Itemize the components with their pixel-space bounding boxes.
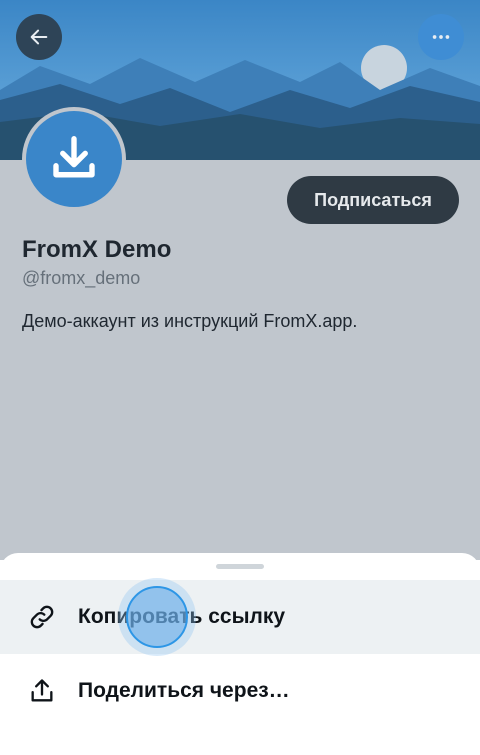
avatar[interactable] bbox=[22, 107, 126, 211]
share-icon bbox=[31, 679, 53, 702]
avatar-image bbox=[26, 111, 122, 207]
download-icon bbox=[53, 136, 95, 178]
copy-link-item[interactable]: Копировать ссылку bbox=[0, 580, 480, 654]
share-via-item[interactable]: Поделиться через… bbox=[0, 654, 480, 728]
more-horizontal-icon bbox=[432, 35, 450, 39]
sheet-drag-handle[interactable] bbox=[216, 564, 264, 569]
touch-indicator bbox=[118, 578, 196, 656]
share-via-label: Поделиться через… bbox=[78, 679, 290, 702]
link-icon bbox=[30, 605, 54, 629]
touch-indicator-core bbox=[126, 586, 188, 648]
more-options-button[interactable] bbox=[418, 14, 464, 60]
profile-screen: Подписаться FromX Demo @fromx_demo Демо-… bbox=[0, 0, 480, 755]
follow-button[interactable]: Подписаться bbox=[287, 176, 459, 224]
arrow-left-icon bbox=[30, 29, 48, 45]
profile-display-name: FromX Demo bbox=[22, 236, 172, 263]
profile-bio: Демо-аккаунт из инструкций FromX.app. bbox=[22, 311, 358, 331]
back-button[interactable] bbox=[16, 14, 62, 60]
share-bottom-sheet: Копировать ссылку Поделиться через… bbox=[0, 553, 480, 755]
profile-handle: @fromx_demo bbox=[22, 268, 141, 288]
